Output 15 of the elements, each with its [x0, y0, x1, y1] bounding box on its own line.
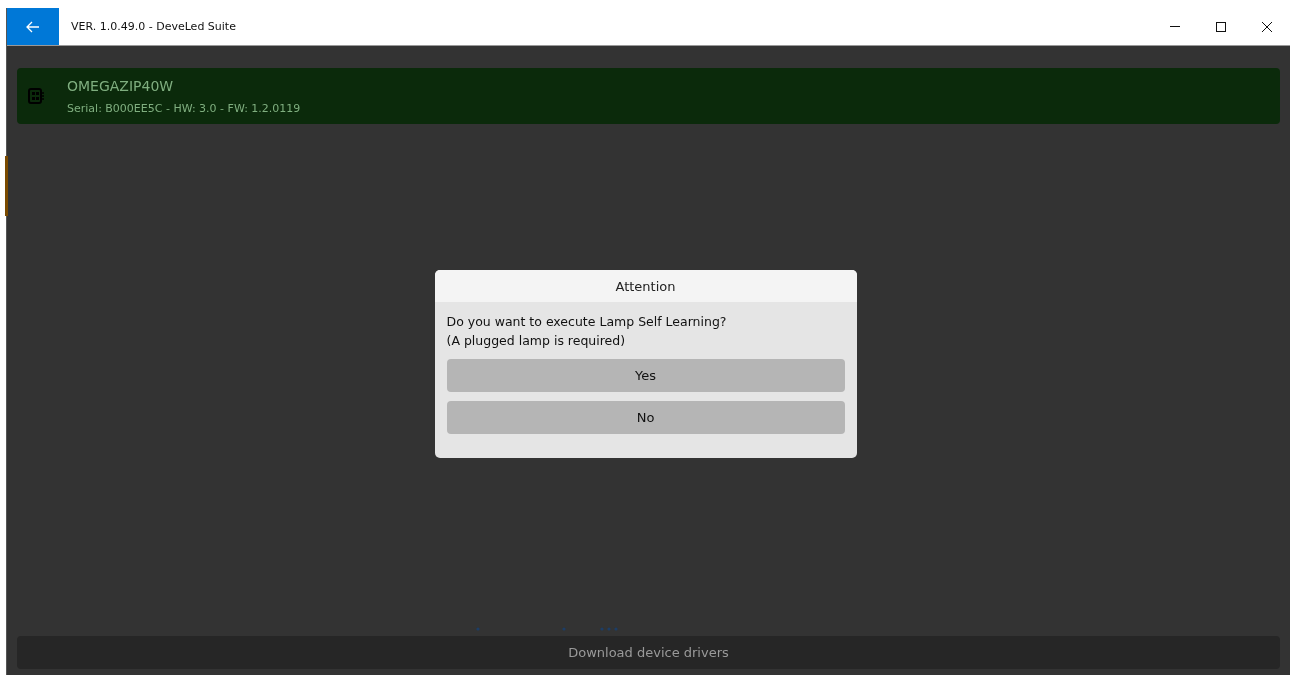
download-drivers-button[interactable]: Download device drivers	[17, 636, 1280, 669]
back-button[interactable]	[7, 8, 59, 45]
yes-button[interactable]: Yes	[446, 359, 845, 392]
no-button[interactable]: No	[446, 401, 845, 434]
device-card[interactable]: OMEGAZIP40W Serial: B000EE5C - HW: 3.0 - FW: 1.2.0119	[17, 68, 1280, 124]
device-name: OMEGAZIP40W	[67, 77, 175, 94]
minimize-icon	[1170, 26, 1180, 27]
maximize-icon	[1215, 20, 1227, 33]
close-icon	[1261, 20, 1273, 33]
dialog-message: Do you want to execute Lamp Self Learning? (A plugged lamp is required)	[446, 313, 728, 350]
dialog-title: Attention	[434, 270, 857, 302]
window-title: VER. 1.0.49.0 - DeveLed Suite	[71, 20, 236, 33]
back-arrow-icon	[26, 20, 40, 33]
device-details: Serial: B000EE5C - HW: 3.0 - FW: 1.2.0119	[67, 101, 301, 115]
chip-icon	[27, 87, 45, 105]
